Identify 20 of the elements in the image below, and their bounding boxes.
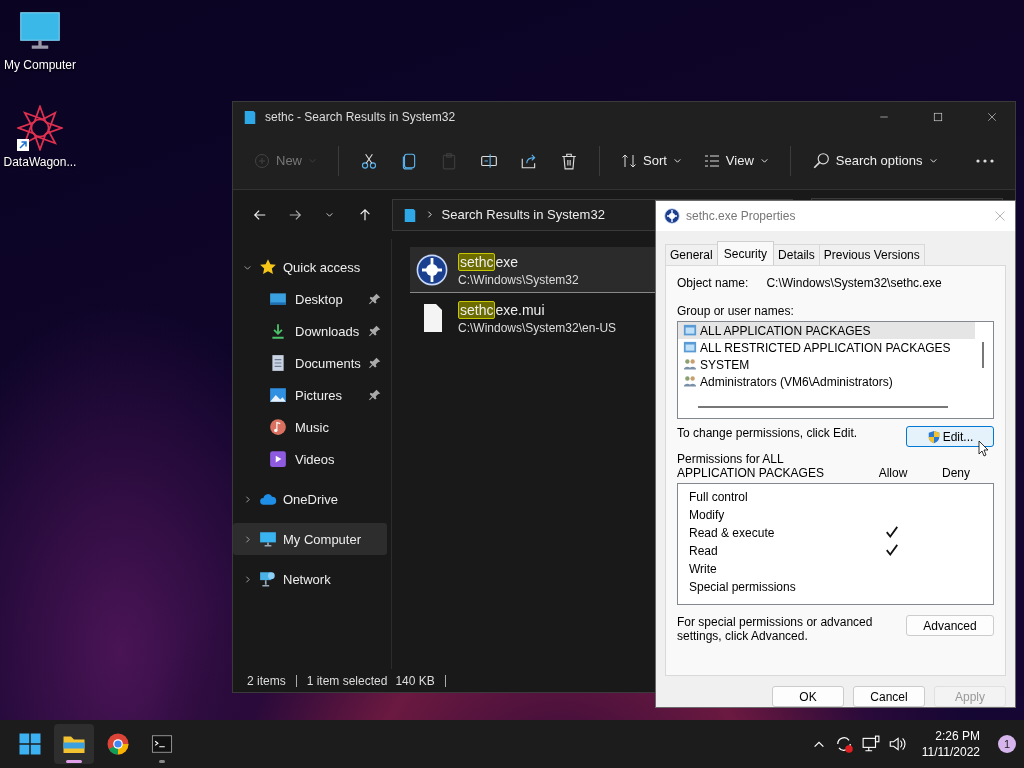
- permission-name: Read: [689, 544, 719, 558]
- permission-name: Read & execute: [689, 526, 776, 540]
- column-header: Allow: [877, 466, 909, 480]
- permission-name: Write: [689, 562, 718, 576]
- desktop-icon-label: My Computer: [4, 58, 76, 72]
- permission-name: Special permissions: [689, 580, 797, 594]
- field-label: Group or user names:: [677, 304, 795, 318]
- hint-text: To change permissions, click Edit.: [677, 426, 858, 440]
- hint-text: For special permissions or advanced settings, click Advanced.: [677, 615, 874, 643]
- status-text: 1 item selected: [306, 673, 388, 688]
- object-path: C:\Windows\System32\sethc.exe: [766, 276, 942, 290]
- status-text: 2 items: [247, 673, 286, 688]
- status-text: 140 KB: [395, 673, 435, 688]
- permission-name: Full control: [689, 490, 749, 504]
- window-title: sethc - Search Results in System32: [265, 110, 457, 124]
- desktop-icon-label: DataWagon...: [3, 155, 77, 169]
- column-header: Deny: [941, 466, 971, 480]
- field-label: Object name:: [677, 276, 749, 290]
- permission-name: Modify: [689, 508, 726, 522]
- permissions-heading: Permissions for ALL APPLICATION PACKAGES: [677, 452, 825, 480]
